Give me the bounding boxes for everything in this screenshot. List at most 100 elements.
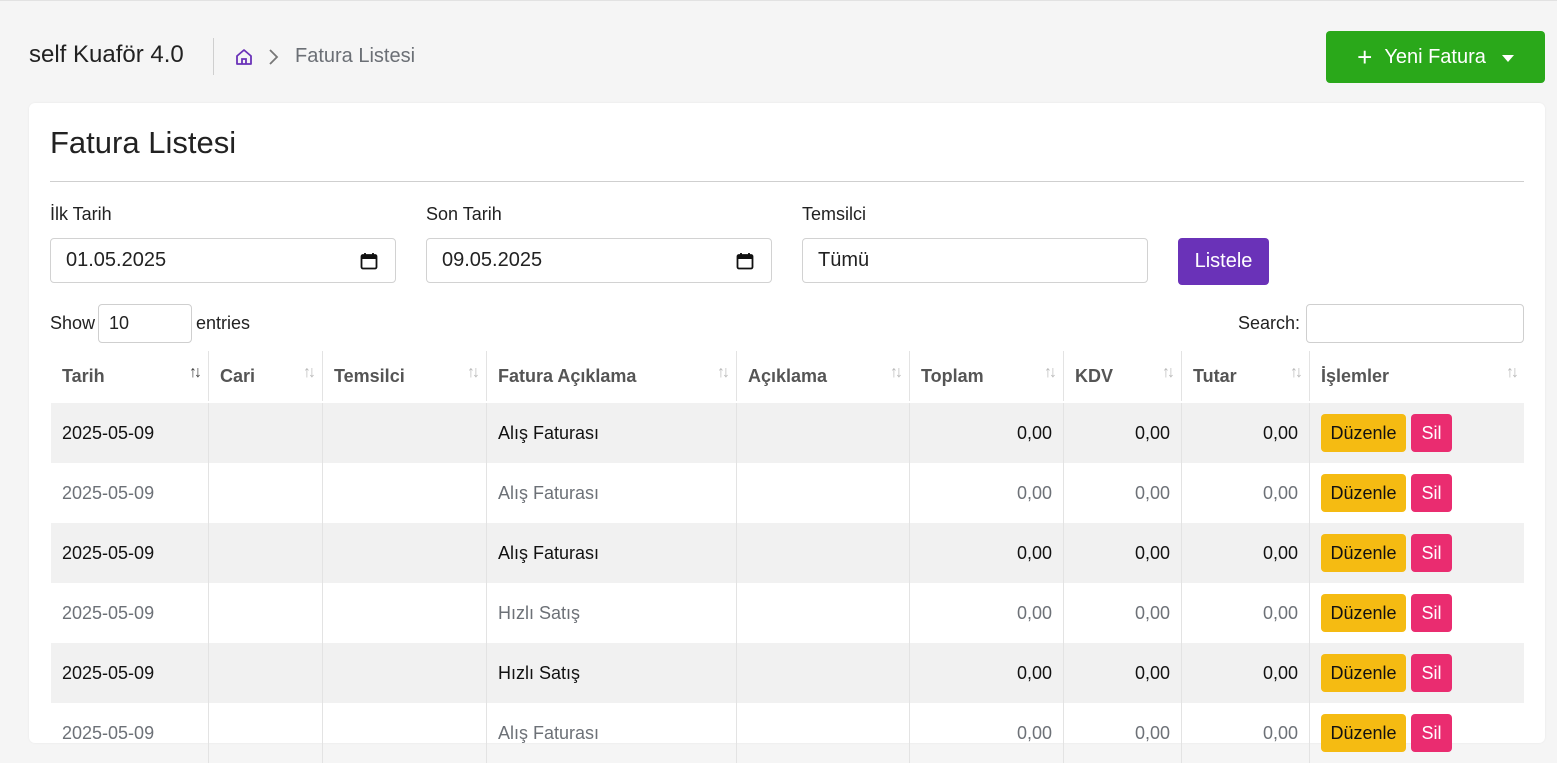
edit-button[interactable]: Düzenle [1321, 654, 1406, 692]
table-body: 2025-05-09 Alış Faturası 0,00 0,00 0,00 Düzen… [51, 403, 1524, 763]
calendar-icon[interactable] [360, 252, 378, 270]
sort-icon[interactable]: ↑↓ [890, 364, 903, 382]
caret-down-icon [1501, 54, 1514, 62]
table-row[interactable]: 2025-05-09 Hızlı Satış 0,00 0,00 0,00 Düzenle… [51, 583, 1524, 643]
cell-fatura-aciklama: Alış Faturası [498, 542, 600, 563]
cell-temsilci [323, 703, 485, 763]
column-header[interactable]: KDV ↑↓ [1064, 351, 1180, 401]
app-title: self Kuaför 4.0 [29, 41, 184, 68]
representative-select[interactable]: Tümü [802, 238, 1148, 283]
column-divider [486, 523, 487, 583]
cell-tarih: 2025-05-09 [62, 722, 155, 743]
delete-button[interactable]: Sil [1411, 654, 1452, 692]
cell-fatura-aciklama: Alış Faturası [498, 422, 600, 443]
column-divider [909, 643, 910, 703]
search-input[interactable] [1306, 304, 1524, 343]
column-divider [208, 523, 209, 583]
sort-icon[interactable]: ↑↓ [303, 364, 316, 382]
cell-fatura-aciklama: Alış Faturası [498, 482, 600, 503]
edit-button[interactable]: Düzenle [1321, 474, 1406, 512]
column-divider [322, 523, 323, 583]
column-header[interactable]: Toplam ↑↓ [910, 351, 1062, 401]
list-button[interactable]: Listele [1178, 238, 1269, 285]
cell-kdv: 0,00 [1134, 422, 1170, 443]
delete-button[interactable]: Sil [1411, 414, 1452, 452]
home-icon[interactable] [234, 47, 254, 67]
table-header: Tarih ↑↓ Cari ↑↓ Temsilci ↑↓ Fatura Açıklama ↑↓… [51, 351, 1524, 403]
column-header-label: Cari [220, 365, 256, 386]
cell-tutar: 0,00 [1262, 482, 1298, 503]
column-divider [1309, 351, 1310, 401]
column-divider [1063, 703, 1064, 763]
column-divider [1181, 703, 1182, 763]
edit-button[interactable]: Düzenle [1321, 534, 1406, 572]
end-date-label: Son Tarih [426, 204, 502, 224]
column-divider [909, 463, 910, 523]
cell-cari [209, 703, 321, 763]
representative-value: Tümü [818, 249, 870, 271]
cell-toplam: 0,00 [1016, 602, 1052, 623]
cell-fatura-aciklama: Hızlı Satış [498, 602, 581, 623]
column-header[interactable]: Temsilci ↑↓ [323, 351, 485, 401]
cell-tarih: 2025-05-09 [62, 602, 155, 623]
edit-button[interactable]: Düzenle [1321, 714, 1406, 752]
column-header[interactable]: Açıklama ↑↓ [737, 351, 908, 401]
column-header[interactable]: İşlemler ↑↓ [1310, 351, 1524, 401]
delete-button[interactable]: Sil [1411, 474, 1452, 512]
table-row[interactable]: 2025-05-09 Alış Faturası 0,00 0,00 0,00 Düzen… [51, 523, 1524, 583]
table-row[interactable]: 2025-05-09 Alış Faturası 0,00 0,00 0,00 Düzen… [51, 703, 1524, 763]
column-divider [322, 583, 323, 643]
column-divider [1063, 643, 1064, 703]
page-size-select[interactable]: 10 [98, 304, 192, 343]
sort-icon[interactable]: ↑↓ [467, 364, 480, 382]
column-header-label: Fatura Açıklama [498, 365, 637, 386]
sort-icon[interactable]: ↑↓ [1162, 364, 1175, 382]
column-divider [322, 403, 323, 463]
column-header[interactable]: Tutar ↑↓ [1182, 351, 1308, 401]
column-divider [208, 463, 209, 523]
end-date-input[interactable]: 09.05.2025 [426, 238, 772, 283]
divider [50, 181, 1524, 182]
column-divider [322, 703, 323, 763]
edit-button[interactable]: Düzenle [1321, 594, 1406, 632]
start-date-input[interactable]: 01.05.2025 [50, 238, 396, 283]
delete-button[interactable]: Sil [1411, 534, 1452, 572]
column-header[interactable]: Cari ↑↓ [209, 351, 321, 401]
plus-icon: + [1357, 42, 1373, 72]
actions-cell: Düzenle Sil [1310, 583, 1524, 643]
cell-temsilci [323, 463, 485, 523]
cell-toplam: 0,00 [1016, 542, 1052, 563]
column-divider [1309, 583, 1310, 643]
sort-icon[interactable]: ↑↓ [1290, 364, 1303, 382]
cell-tarih: 2025-05-09 [62, 482, 155, 503]
column-divider [736, 523, 737, 583]
column-divider [736, 643, 737, 703]
start-date-value: 01.05.2025 [66, 249, 167, 271]
sort-icon[interactable]: ↑↓ [1506, 364, 1519, 382]
column-header[interactable]: Tarih ↑↓ [51, 351, 207, 401]
invoice-table: Tarih ↑↓ Cari ↑↓ Temsilci ↑↓ Fatura Açıklama ↑↓… [51, 351, 1524, 763]
delete-button[interactable]: Sil [1411, 714, 1452, 752]
table-row[interactable]: 2025-05-09 Alış Faturası 0,00 0,00 0,00 Düzen… [51, 463, 1524, 523]
column-divider [1309, 463, 1310, 523]
column-divider [736, 463, 737, 523]
sort-icon[interactable]: ↑↓ [189, 364, 202, 382]
calendar-icon[interactable] [736, 252, 754, 270]
column-divider [909, 583, 910, 643]
column-header-label: Açıklama [748, 365, 828, 386]
cell-tutar: 0,00 [1262, 542, 1298, 563]
column-divider [736, 403, 737, 463]
delete-button[interactable]: Sil [1411, 594, 1452, 632]
cell-cari [209, 463, 321, 523]
column-header[interactable]: Fatura Açıklama ↑↓ [487, 351, 735, 401]
new-invoice-button[interactable]: + Yeni Fatura [1326, 31, 1545, 83]
edit-button[interactable]: Düzenle [1321, 414, 1406, 452]
top-bar: self Kuaför 4.0 Fatura Listesi + Yeni Fa… [0, 1, 1557, 101]
column-divider [208, 403, 209, 463]
sort-icon[interactable]: ↑↓ [1044, 364, 1057, 382]
table-row[interactable]: 2025-05-09 Hızlı Satış 0,00 0,00 0,00 Düzenle… [51, 643, 1524, 703]
table-row[interactable]: 2025-05-09 Alış Faturası 0,00 0,00 0,00 Düzen… [51, 403, 1524, 463]
cell-aciklama [737, 703, 908, 763]
sort-icon[interactable]: ↑↓ [717, 364, 730, 382]
column-divider [208, 583, 209, 643]
